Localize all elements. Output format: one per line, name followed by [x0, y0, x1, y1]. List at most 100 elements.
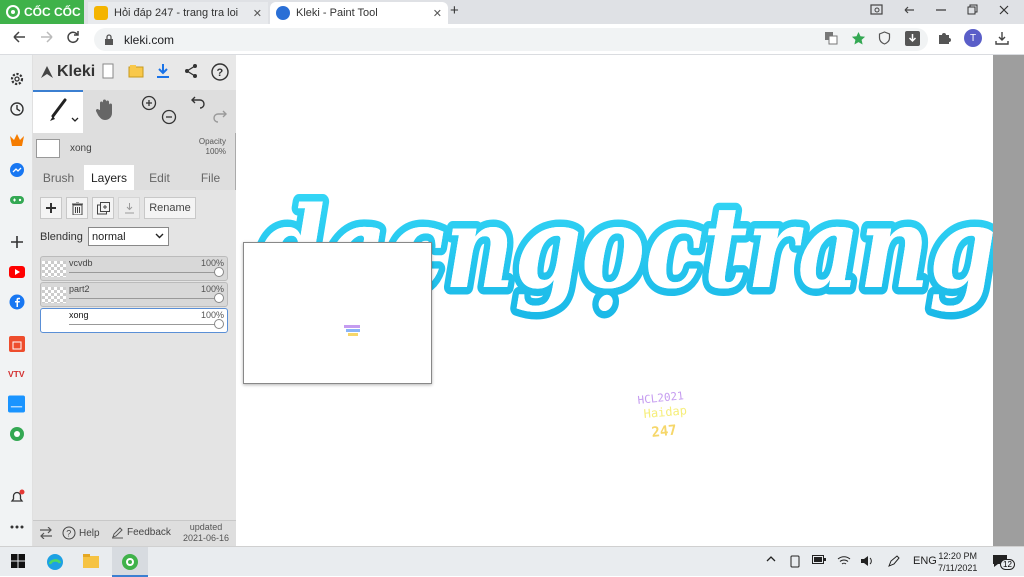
layer-opacity-knob[interactable]: [214, 267, 224, 277]
new-file-icon[interactable]: [101, 63, 119, 81]
redo-icon[interactable]: [211, 109, 227, 123]
tab-search-icon[interactable]: [870, 3, 884, 17]
pen-workspace-icon[interactable]: [887, 555, 901, 568]
shield-icon[interactable]: [878, 31, 891, 45]
volume-icon[interactable]: [860, 555, 874, 567]
help-question-icon[interactable]: ?: [211, 63, 229, 81]
back-arrow-icon[interactable]: [902, 3, 916, 17]
close-tab-icon[interactable]: ✕: [253, 7, 262, 20]
layer-row-xong[interactable]: xong 100%: [40, 308, 228, 333]
layer-name: xong: [69, 310, 89, 320]
help-link[interactable]: ? Help: [62, 526, 100, 540]
trash-icon: [71, 201, 83, 215]
layer-thumbnail: [42, 287, 66, 303]
extensions-puzzle-icon[interactable]: [937, 31, 951, 45]
input-language[interactable]: ENG: [913, 555, 937, 567]
tab-brush[interactable]: Brush: [33, 165, 84, 190]
wifi-icon[interactable]: [837, 555, 851, 566]
url-field[interactable]: kleki.com: [94, 28, 928, 51]
edge-browser-icon[interactable]: [46, 553, 64, 571]
tab-hoidap[interactable]: Hỏi đáp 247 - trang tra loi ✕: [88, 2, 268, 24]
layer-opacity-slider[interactable]: [69, 298, 222, 299]
delete-layer-button[interactable]: [66, 197, 88, 219]
history-icon[interactable]: [8, 100, 25, 117]
facebook-icon[interactable]: [8, 293, 25, 310]
undo-icon[interactable]: [191, 95, 207, 109]
more-options-icon[interactable]: [8, 518, 25, 535]
notification-bell-icon[interactable]: [8, 488, 25, 505]
tiki-discount-icon[interactable]: [8, 395, 25, 412]
close-tab-icon[interactable]: ✕: [433, 7, 442, 20]
downloads-icon[interactable]: [995, 31, 1009, 45]
tray-chevron-up-icon[interactable]: [766, 555, 776, 563]
share-icon[interactable]: [183, 63, 201, 81]
youtube-icon[interactable]: [8, 263, 25, 280]
layer-opacity-knob[interactable]: [214, 293, 224, 303]
kleki-favicon-icon: [276, 6, 290, 20]
small-doodle-line-3: 247: [651, 422, 678, 441]
system-clock[interactable]: 12:20 PM 7/11/2021: [938, 550, 977, 574]
crown-icon[interactable]: [8, 131, 25, 148]
add-layer-button[interactable]: [40, 197, 62, 219]
swap-sides-icon[interactable]: [39, 527, 53, 539]
color-swatch[interactable]: [36, 139, 60, 158]
save-download-icon[interactable]: [155, 63, 173, 81]
merge-icon: [124, 202, 135, 214]
brush-icon: [47, 98, 69, 124]
minimize-button[interactable]: [935, 3, 947, 17]
opacity-indicator[interactable]: Opacity 100%: [199, 137, 226, 157]
profile-avatar[interactable]: T: [964, 29, 982, 47]
chevron-down-icon: [155, 230, 164, 242]
tab-kleki[interactable]: Kleki - Paint Tool ✕: [270, 2, 448, 24]
layer-row-part2[interactable]: part2 100%: [40, 282, 228, 307]
address-bar-row: kleki.com T: [0, 24, 1024, 55]
merge-down-button[interactable]: [118, 197, 140, 219]
layer-opacity-knob[interactable]: [214, 319, 224, 329]
battery-icon[interactable]: [812, 555, 826, 564]
duplicate-icon: [96, 201, 110, 215]
add-app-icon[interactable]: [8, 233, 25, 250]
notification-center-icon[interactable]: 12: [992, 553, 1015, 570]
brush-tool-button[interactable]: [33, 90, 83, 133]
chevron-down-icon[interactable]: [71, 117, 79, 123]
tab-edit[interactable]: Edit: [134, 165, 185, 190]
restore-button[interactable]: [966, 3, 978, 17]
layer-opacity-slider[interactable]: [69, 272, 222, 273]
rename-layer-button[interactable]: Rename: [144, 197, 196, 219]
shopee-icon[interactable]: [8, 335, 25, 352]
tab-file[interactable]: File: [185, 165, 236, 190]
forward-button[interactable]: [40, 30, 54, 44]
hand-tool-button[interactable]: [95, 98, 117, 122]
feedback-link[interactable]: Feedback: [111, 526, 171, 539]
download-box-icon[interactable]: [905, 31, 920, 46]
kleki-tabs: Brush Layers Edit File: [33, 165, 236, 190]
zoom-in-icon[interactable]: [141, 95, 157, 111]
bookmark-star-icon[interactable]: [851, 31, 866, 46]
coccoc-taskbar-button[interactable]: [112, 547, 148, 577]
game-controller-icon[interactable]: [8, 191, 25, 208]
new-tab-button[interactable]: +: [450, 2, 459, 19]
navigator-preview[interactable]: [243, 242, 432, 384]
blending-select[interactable]: normal: [88, 227, 169, 246]
settings-gear-icon[interactable]: [8, 70, 25, 87]
translate-icon[interactable]: [824, 31, 838, 45]
browser-brand-badge[interactable]: CỐC CỐC: [0, 0, 84, 24]
zoom-out-icon[interactable]: [161, 109, 177, 125]
football-icon[interactable]: [8, 425, 25, 442]
reload-button[interactable]: [66, 30, 80, 44]
close-window-button[interactable]: [998, 3, 1010, 17]
layer-name: vcvdb: [69, 258, 93, 268]
duplicate-layer-button[interactable]: [92, 197, 114, 219]
file-explorer-icon[interactable]: [82, 553, 100, 571]
tray-phone-icon[interactable]: [790, 555, 800, 568]
open-folder-icon[interactable]: [128, 63, 146, 81]
messenger-icon[interactable]: [8, 161, 25, 178]
layer-row-vcvdb[interactable]: vcvdb 100%: [40, 256, 228, 281]
back-button[interactable]: [12, 30, 26, 44]
vtv-icon[interactable]: VTV: [8, 365, 25, 382]
tab-layers[interactable]: Layers: [84, 165, 134, 190]
windows-start-icon[interactable]: [10, 553, 28, 571]
layer-opacity-slider[interactable]: [69, 324, 222, 325]
kleki-logo[interactable]: Kleki: [39, 63, 95, 81]
browser-tab-bar: CỐC CỐC Hỏi đáp 247 - trang tra loi ✕ Kl…: [0, 0, 1024, 24]
